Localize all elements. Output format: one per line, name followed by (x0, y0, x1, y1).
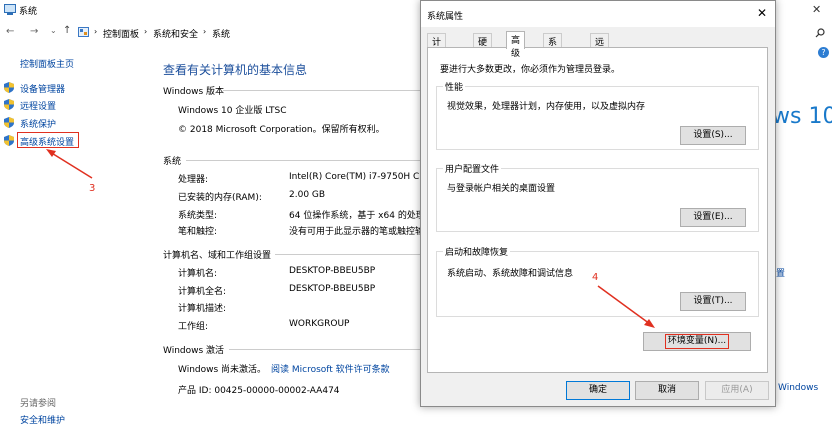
cancel-button[interactable]: 取消 (635, 381, 699, 400)
activate-windows-link[interactable]: Windows (778, 383, 818, 393)
startup-recovery-title: 启动和故障恢复 (443, 245, 511, 258)
pen-touch-value: 没有可用于此显示器的笔或触控输 (289, 227, 420, 237)
tab-system-protection[interactable]: 系统保护 (543, 33, 563, 87)
full-name-value: DESKTOP-BBEU5BP (289, 284, 376, 294)
user-profiles-title: 用户配置文件 (443, 162, 502, 175)
tab-remote[interactable]: 远程 (590, 33, 610, 61)
dialog-title: 系统属性 (427, 12, 464, 22)
tab-hardware[interactable]: 硬件 (473, 33, 493, 61)
computer-name-value: DESKTOP-BBEU5BP (289, 266, 376, 276)
system-row-label: 笔和触控: (178, 227, 218, 237)
change-settings-link[interactable]: 置 (776, 266, 785, 279)
help-icon[interactable]: ? (818, 47, 829, 58)
edition-name: Windows 10 企业版 LTSC (178, 106, 287, 116)
system-type-value: 64 位操作系统，基于 x64 的处理 (289, 211, 420, 221)
activation-section-title: Windows 激活 (163, 346, 225, 356)
copyright-text: © 2018 Microsoft Corporation。保留所有权利。 (178, 125, 385, 135)
annotation-step-4: 4 (592, 272, 599, 283)
tab-advanced[interactable]: 高级 (506, 31, 526, 59)
tab-computer-name[interactable]: 计算机名 (427, 33, 447, 87)
system-row-label: 处理器: (178, 175, 209, 185)
windows10-logo-text: ws 10 (772, 104, 832, 129)
computer-row-label: 计算机全名: (178, 287, 227, 297)
processor-value: Intel(R) Core(TM) i7-9750H CPU (289, 172, 420, 182)
close-icon[interactable]: ✕ (812, 3, 821, 16)
page-heading: 查看有关计算机的基本信息 (163, 63, 308, 77)
license-terms-link[interactable]: 阅读 Microsoft 软件许可条款 (271, 362, 390, 375)
computer-row-label: 计算机描述: (178, 304, 227, 314)
search-icon[interactable] (815, 28, 825, 38)
section-divider (186, 160, 423, 161)
dialog-close-icon[interactable]: ✕ (757, 6, 767, 20)
startup-recovery-settings-button[interactable]: 设置(T)... (680, 292, 746, 311)
annotation-arrow-4 (597, 285, 655, 328)
computer-section-title: 计算机名、域和工作组设置 (163, 251, 272, 261)
performance-group: 性能 视觉效果，处理器计划，内存使用，以及虚拟内存 设置(S)... (436, 80, 759, 150)
startup-recovery-desc: 系统启动、系统故障和调试信息 (447, 269, 574, 279)
user-profiles-settings-button[interactable]: 设置(E)... (680, 208, 746, 227)
user-profiles-group: 用户配置文件 与登录帐户相关的桌面设置 设置(E)... (436, 162, 759, 232)
performance-settings-button[interactable]: 设置(S)... (680, 126, 746, 145)
apply-button[interactable]: 应用(A) (705, 381, 769, 400)
section-divider (229, 349, 423, 350)
computer-row-label: 工作组: (178, 322, 209, 332)
computer-row-label: 计算机名: (178, 269, 218, 279)
system-row-label: 系统类型: (178, 211, 218, 221)
ram-value: 2.00 GB (289, 190, 326, 200)
dialog-titlebar: 系统属性 ✕ (421, 1, 775, 27)
system-row-label: 已安装的内存(RAM): (178, 193, 262, 203)
annotation-step-3: 3 (89, 183, 96, 194)
edition-section-title: Windows 版本 (163, 87, 225, 97)
user-profiles-desc: 与登录帐户相关的桌面设置 (447, 184, 556, 194)
performance-desc: 视觉效果，处理器计划，内存使用，以及虚拟内存 (447, 102, 646, 112)
activation-status: Windows 尚未激活。 (178, 365, 267, 375)
system-properties-dialog: 系统属性 ✕ 计算机名 硬件 高级 系统保护 远程 要进行大多数更改，你必须作为… (420, 0, 776, 407)
section-divider (275, 254, 423, 255)
section-divider (223, 90, 423, 91)
workgroup-value: WORKGROUP (289, 319, 350, 329)
product-id: 产品 ID: 00425-00000-00002-AA474 (178, 386, 340, 396)
ok-button[interactable]: 确定 (566, 381, 630, 400)
admin-note: 要进行大多数更改，你必须作为管理员登录。 (440, 65, 621, 75)
system-section-title: 系统 (163, 157, 182, 167)
performance-title: 性能 (443, 80, 466, 93)
highlight-box-environment-variables (665, 334, 729, 349)
